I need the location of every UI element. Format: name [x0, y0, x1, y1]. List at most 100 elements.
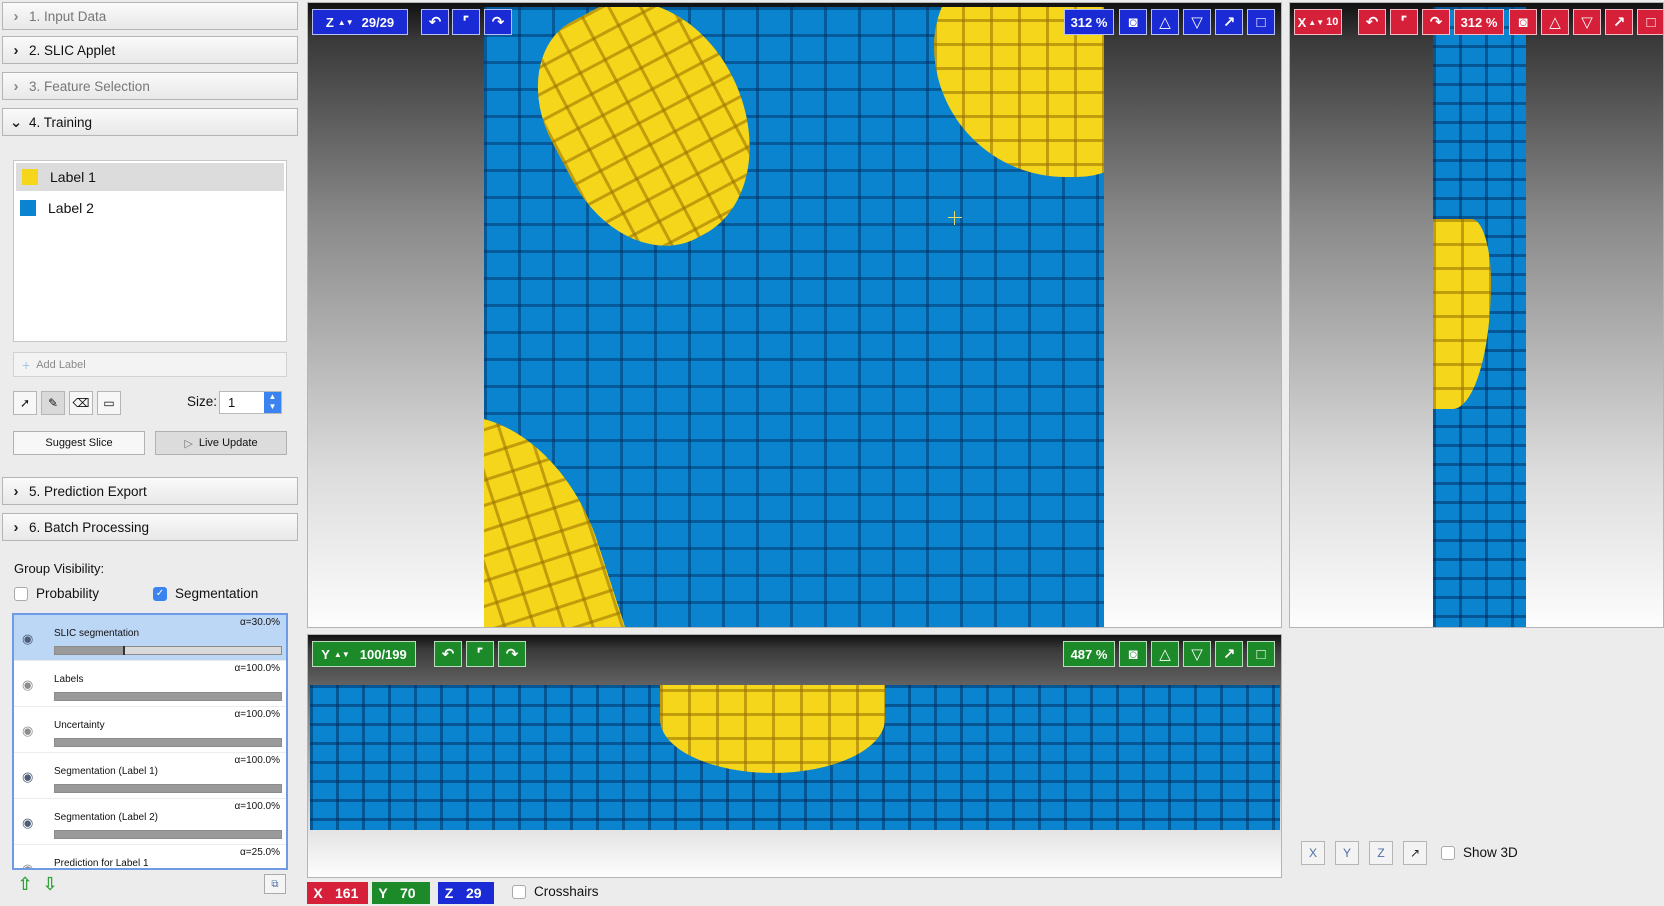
layer-name: Segmentation (Label 2) — [54, 812, 158, 823]
applet-input-data[interactable]: › 1. Input Data — [2, 2, 298, 30]
eye-icon[interactable]: ◉ — [22, 769, 33, 785]
brush-size-value: 1 — [228, 395, 236, 410]
slice-down-button[interactable]: ▽ — [1573, 9, 1601, 35]
layer-row[interactable]: ◉ α=100.0% Uncertainty — [14, 707, 286, 753]
screenshot-button[interactable]: ◙ — [1119, 641, 1147, 667]
eye-icon[interactable]: ◉ — [22, 631, 33, 647]
y-zoom-level[interactable]: 487 % — [1063, 641, 1115, 667]
applet-batch-processing[interactable]: › 6. Batch Processing — [2, 513, 298, 541]
eye-icon[interactable]: ◉ — [22, 815, 33, 831]
navigation-tool-button[interactable]: ➚ — [13, 391, 37, 415]
detach-button[interactable]: ↗ — [1215, 641, 1243, 667]
triangle-up-icon: △ — [1549, 14, 1561, 31]
layer-row[interactable]: ◉ α=25.0% Prediction for Label 1 — [14, 845, 286, 869]
maximize-button[interactable]: □ — [1247, 641, 1275, 667]
add-label-button[interactable]: + Add Label — [13, 352, 287, 377]
probability-checkbox[interactable]: Probability — [14, 586, 99, 601]
z-zoom-level[interactable]: 312 % — [1064, 9, 1114, 35]
screenshot-button[interactable]: ◙ — [1119, 9, 1147, 35]
spin-arrows-icon[interactable]: ▲ ▼ — [264, 392, 281, 413]
box-tool-button[interactable]: ▭ — [97, 391, 121, 415]
layer-row[interactable]: ◉ α=100.0% Segmentation (Label 2) — [14, 799, 286, 845]
rotate-left-button[interactable]: ↶ — [421, 9, 449, 35]
y-slice-spinbox[interactable]: Y ▲▼ 100/199 — [312, 641, 416, 667]
layer-list[interactable]: ◉ α=30.0% SLIC segmentation ◉ α=100.0% L… — [12, 613, 288, 870]
screenshot-button[interactable]: ◙ — [1509, 9, 1537, 35]
label1-region — [660, 685, 885, 773]
brush-size-spinbox[interactable]: 1 ▲ ▼ — [219, 391, 282, 414]
y-slice-image[interactable] — [310, 685, 1280, 830]
toggle-x-slice-button[interactable]: X — [1301, 841, 1325, 865]
checkmark-icon[interactable]: ✓ — [153, 586, 167, 601]
move-layer-up-button[interactable]: ⇧ — [14, 873, 36, 895]
slice-down-button[interactable]: ▽ — [1183, 9, 1211, 35]
applet-slic[interactable]: › 2. SLIC Applet — [2, 36, 298, 64]
arrow-up-right-icon: ↗ — [1612, 14, 1626, 31]
show-3d-checkbox[interactable]: Show 3D — [1441, 845, 1518, 860]
move-layer-down-button[interactable]: ⇩ — [39, 873, 61, 895]
label-item[interactable]: Label 1 — [16, 163, 284, 191]
eye-icon[interactable]: ◉ — [22, 861, 33, 868]
toggle-y-slice-button[interactable]: Y — [1335, 841, 1359, 865]
layer-row[interactable]: ◉ α=100.0% Labels — [14, 661, 286, 707]
slice-up-button[interactable]: △ — [1151, 9, 1179, 35]
rotate-right-button[interactable]: ↷ — [1422, 9, 1450, 35]
applet-prediction-export[interactable]: › 5. Prediction Export — [2, 477, 298, 505]
opacity-slider[interactable] — [54, 692, 282, 701]
brush-tool-button[interactable]: ✎ — [41, 391, 65, 415]
maximize-button[interactable]: □ — [1637, 9, 1663, 35]
detach-3d-button[interactable]: ↗ — [1403, 841, 1427, 865]
crosshairs-checkbox[interactable]: Crosshairs — [512, 884, 599, 899]
applet-feature-selection[interactable]: › 3. Feature Selection — [2, 72, 298, 100]
swap-axes-button[interactable]: ⌜ — [466, 641, 494, 667]
x-zoom-level[interactable]: 312 % — [1454, 9, 1504, 35]
applet-label: 2. SLIC Applet — [29, 42, 116, 58]
label-item[interactable]: Label 2 — [14, 193, 286, 223]
suggest-slice-button[interactable]: Suggest Slice — [13, 431, 145, 455]
toggle-z-slice-button[interactable]: Z — [1369, 841, 1393, 865]
rotate-right-button[interactable]: ↷ — [484, 9, 512, 35]
swap-axes-button[interactable]: ⌜ — [1390, 9, 1418, 35]
eraser-tool-button[interactable]: ⌫ — [69, 391, 93, 415]
live-update-button[interactable]: ▷ Live Update — [155, 431, 287, 455]
applet-training[interactable]: ⌄ 4. Training — [2, 108, 298, 136]
z-slice-spinbox[interactable]: Z ▲▼ 29/29 — [312, 9, 408, 35]
segmentation-checkbox[interactable]: ✓ Segmentation — [153, 586, 258, 601]
swap-axes-button[interactable]: ⌜ — [452, 9, 480, 35]
applet-label: 5. Prediction Export — [29, 483, 147, 499]
x-slice-image[interactable] — [1433, 7, 1526, 627]
layer-name: Prediction for Label 1 — [54, 858, 149, 869]
label-name: Label 2 — [48, 200, 94, 216]
viewer-z[interactable]: Z ▲▼ 29/29 ↶ ⌜ ↷ 312 % ◙ △ ▽ ↗ □ — [307, 2, 1282, 628]
eye-icon[interactable]: ◉ — [22, 723, 33, 739]
checkbox-box[interactable] — [512, 884, 526, 899]
checkbox-box[interactable] — [1441, 845, 1455, 860]
rotate-left-button[interactable]: ↶ — [434, 641, 462, 667]
rotate-right-button[interactable]: ↷ — [498, 641, 526, 667]
rotate-left-button[interactable]: ↶ — [1358, 9, 1386, 35]
layer-row[interactable]: ◉ α=30.0% SLIC segmentation — [14, 615, 286, 661]
eye-icon[interactable]: ◉ — [22, 677, 33, 693]
slice-down-button[interactable]: ▽ — [1183, 641, 1211, 667]
opacity-slider[interactable] — [54, 784, 282, 793]
x-slice-spinbox[interactable]: X ▲▼ 10 — [1294, 9, 1342, 35]
z-slice-image[interactable] — [484, 7, 1104, 627]
detach-button[interactable]: ↗ — [1215, 9, 1243, 35]
layer-properties-button[interactable]: ⧉ — [264, 874, 286, 894]
maximize-button[interactable]: □ — [1247, 9, 1275, 35]
slice-up-button[interactable]: △ — [1151, 641, 1179, 667]
opacity-slider[interactable] — [54, 738, 282, 747]
checkbox-box[interactable] — [14, 586, 28, 601]
slice-up-button[interactable]: △ — [1541, 9, 1569, 35]
layer-alpha: α=100.0% — [234, 663, 280, 674]
label-color-swatch[interactable] — [20, 200, 36, 216]
layer-alpha: α=30.0% — [240, 617, 280, 628]
layer-row[interactable]: ◉ α=100.0% Segmentation (Label 1) — [14, 753, 286, 799]
viewer-y[interactable]: Y ▲▼ 100/199 ↶ ⌜ ↷ 487 % ◙ △ ▽ ↗ □ — [307, 634, 1282, 878]
opacity-slider[interactable] — [54, 646, 282, 655]
label-color-swatch[interactable] — [22, 169, 38, 185]
viewer-x[interactable]: X ▲▼ 10 ↶ ⌜ ↷ 312 % ◙ △ ▽ ↗ □ — [1289, 2, 1664, 628]
label-list[interactable]: Label 1 Label 2 — [13, 160, 287, 342]
opacity-slider[interactable] — [54, 830, 282, 839]
detach-button[interactable]: ↗ — [1605, 9, 1633, 35]
